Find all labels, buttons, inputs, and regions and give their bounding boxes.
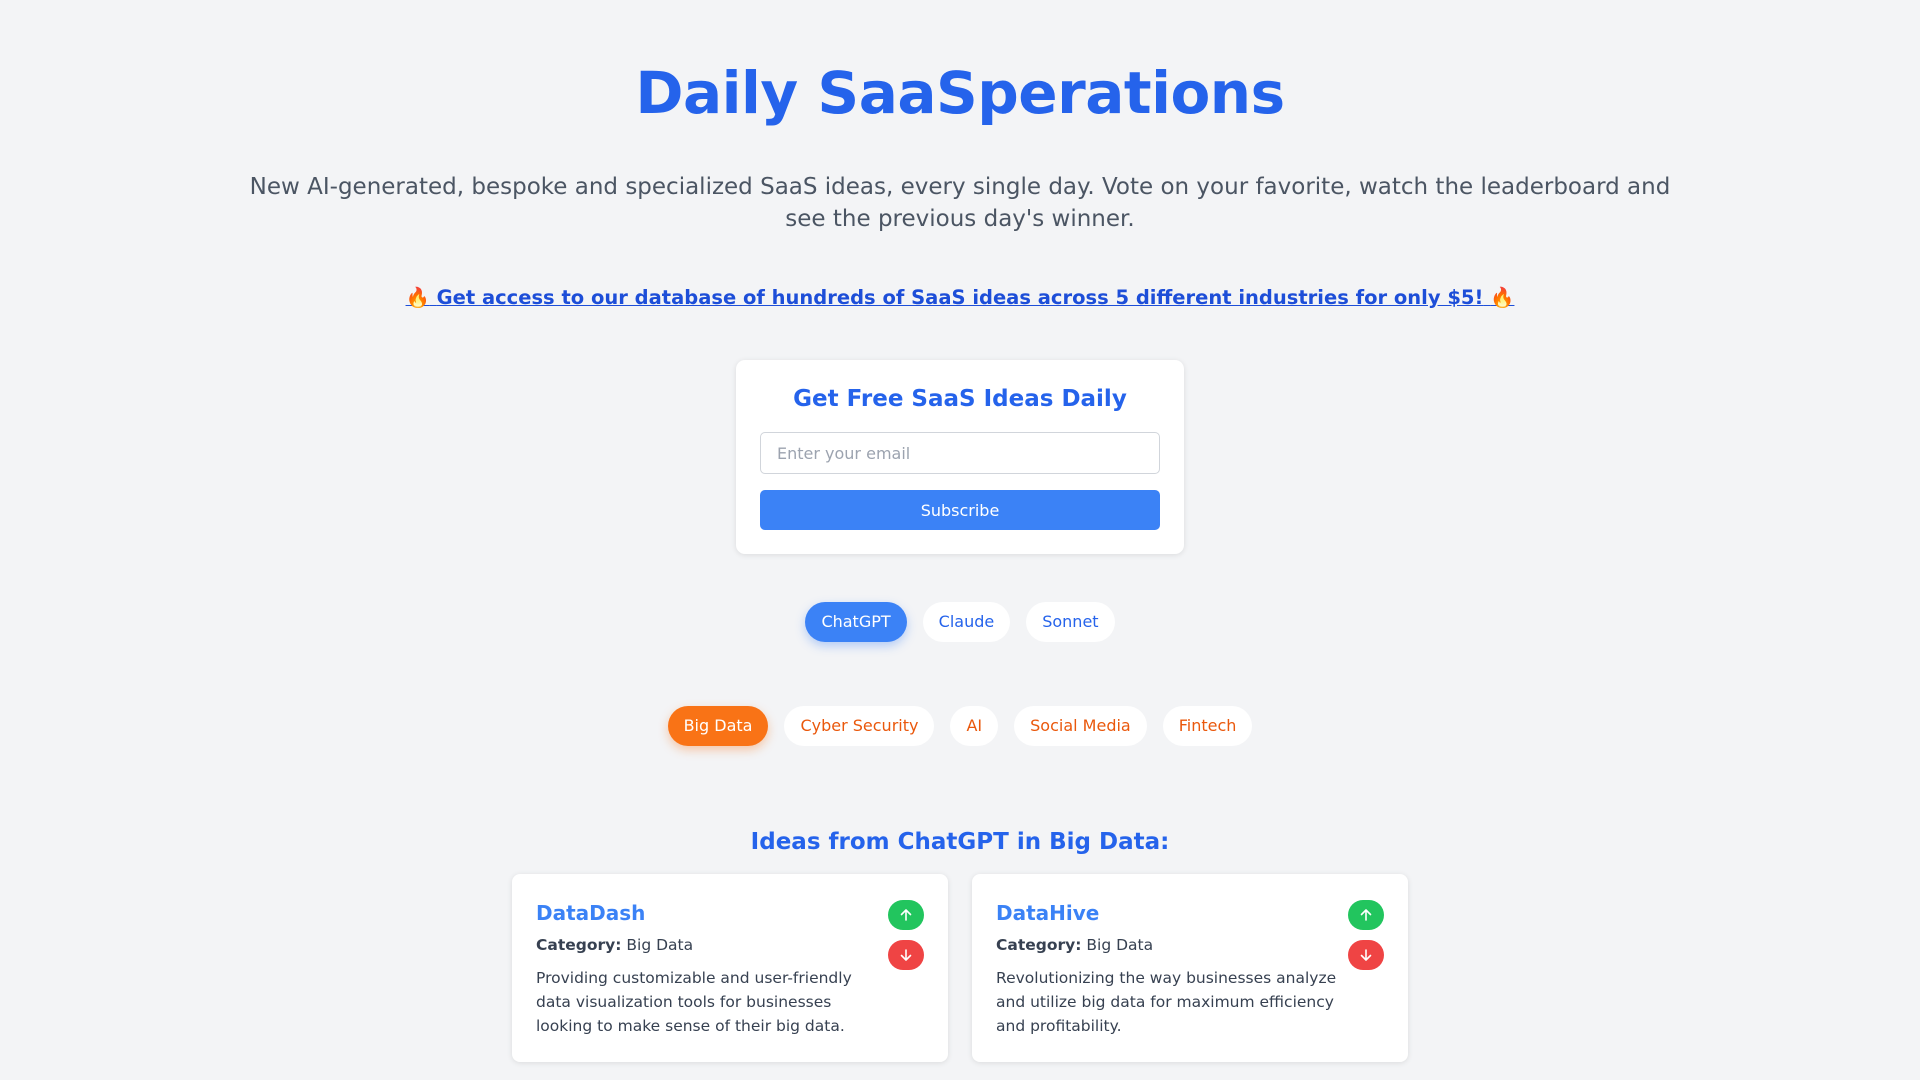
- fire-icon: 🔥: [1490, 286, 1515, 309]
- arrow-down-icon: [1360, 949, 1372, 961]
- category-filter: Big Data Cyber Security AI Social Media …: [0, 706, 1920, 746]
- downvote-button[interactable]: [888, 940, 924, 970]
- category-tab-big-data[interactable]: Big Data: [667, 706, 769, 746]
- page: Daily SaaSperations New AI-generated, be…: [0, 0, 1920, 1080]
- category-tab-cyber-security[interactable]: Cyber Security: [784, 706, 935, 746]
- idea-card: DataHive Category: Big Data Revolutioniz…: [972, 874, 1408, 1062]
- subscribe-card: Get Free SaaS Ideas Daily Subscribe: [736, 360, 1184, 554]
- arrow-down-icon: [900, 949, 912, 961]
- downvote-button[interactable]: [1348, 940, 1384, 970]
- upvote-button[interactable]: [888, 900, 924, 930]
- promo-link[interactable]: 🔥 Get access to our database of hundreds…: [406, 286, 1515, 309]
- model-filter: ChatGPT Claude Sonnet: [0, 602, 1920, 642]
- page-title: Daily SaaSperations: [635, 59, 1285, 127]
- idea-category-label: Category:: [996, 936, 1082, 954]
- idea-description: Revolutionizing the way businesses analy…: [996, 969, 1337, 1035]
- idea-name: DataHive: [996, 901, 1100, 925]
- fire-icon: 🔥: [405, 286, 430, 309]
- promo-link-text: Get access to our database of hundreds o…: [436, 286, 1484, 309]
- ideas-section-title: Ideas from ChatGPT in Big Data:: [750, 829, 1170, 855]
- arrow-up-icon: [900, 909, 912, 921]
- category-tab-fintech[interactable]: Fintech: [1162, 706, 1253, 746]
- category-tab-ai[interactable]: AI: [950, 706, 999, 746]
- email-input[interactable]: [760, 432, 1160, 474]
- idea-category: Category: Big Data: [996, 934, 1153, 956]
- idea-category-value: Big Data: [1086, 936, 1154, 954]
- idea-name: DataDash: [536, 901, 646, 925]
- subscribe-button[interactable]: Subscribe: [760, 490, 1160, 530]
- subscribe-heading: Get Free SaaS Ideas Daily: [793, 386, 1127, 412]
- idea-card: DataDash Category: Big Data Providing cu…: [512, 874, 948, 1062]
- model-tab-claude[interactable]: Claude: [922, 602, 1011, 642]
- promo-banner: 🔥 Get access to our database of hundreds…: [0, 283, 1920, 313]
- idea-category: Category: Big Data: [536, 934, 693, 956]
- category-tab-social-media[interactable]: Social Media: [1014, 706, 1147, 746]
- idea-category-label: Category:: [536, 936, 622, 954]
- model-tab-chatgpt[interactable]: ChatGPT: [805, 602, 907, 642]
- upvote-button[interactable]: [1348, 900, 1384, 930]
- page-subtitle: New AI-generated, bespoke and specialize…: [249, 174, 1671, 232]
- model-tab-sonnet[interactable]: Sonnet: [1026, 602, 1115, 642]
- idea-category-value: Big Data: [626, 936, 694, 954]
- arrow-up-icon: [1360, 909, 1372, 921]
- idea-description: Providing customizable and user-friendly…: [536, 969, 852, 1035]
